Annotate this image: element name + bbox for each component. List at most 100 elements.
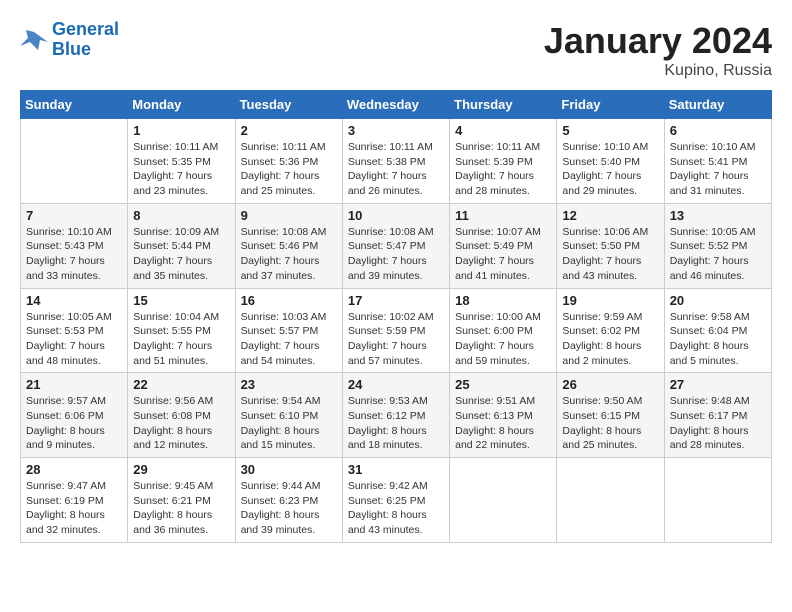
calendar-week-3: 14 Sunrise: 10:05 AMSunset: 5:53 PMDaylig… (21, 288, 772, 373)
day-number: 28 (26, 462, 122, 477)
calendar-cell: 21Sunrise: 9:57 AMSunset: 6:06 PMDayligh… (21, 373, 128, 458)
day-info: Sunrise: 10:03 AMSunset: 5:57 PMDaylight… (241, 310, 337, 369)
day-number: 2 (241, 123, 337, 138)
day-info: Sunrise: 9:50 AMSunset: 6:15 PMDaylight:… (562, 394, 658, 453)
day-number: 19 (562, 293, 658, 308)
day-number: 8 (133, 208, 229, 223)
day-info: Sunrise: 10:04 AMSunset: 5:55 PMDaylight… (133, 310, 229, 369)
calendar-cell: 17Sunrise: 10:02 AMSunset: 5:59 PMDaylig… (342, 288, 449, 373)
calendar-week-5: 28Sunrise: 9:47 AMSunset: 6:19 PMDayligh… (21, 458, 772, 543)
calendar-cell: 4 Sunrise: 10:11 AMSunset: 5:39 PMDayligh… (450, 119, 557, 204)
day-info: Sunrise: 9:57 AMSunset: 6:06 PMDaylight:… (26, 394, 122, 453)
day-info: Sunrise: 9:45 AMSunset: 6:21 PMDaylight:… (133, 479, 229, 538)
calendar-cell: 16 Sunrise: 10:03 AMSunset: 5:57 PMDaylig… (235, 288, 342, 373)
calendar-cell: 25 Sunrise: 9:51 AMSunset: 6:13 PMDayligh… (450, 373, 557, 458)
calendar-cell: 3Sunrise: 10:11 AMSunset: 5:38 PMDayligh… (342, 119, 449, 204)
day-info: Sunrise: 9:59 AMSunset: 6:02 PMDaylight:… (562, 310, 658, 369)
calendar-cell (557, 458, 664, 543)
day-number: 10 (348, 208, 444, 223)
title-block: January 2024 Kupino, Russia (544, 20, 772, 80)
calendar-cell (664, 458, 771, 543)
day-number: 20 (670, 293, 766, 308)
day-number: 26 (562, 377, 658, 392)
day-number: 3 (348, 123, 444, 138)
calendar-cell: 29Sunrise: 9:45 AMSunset: 6:21 PMDayligh… (128, 458, 235, 543)
calendar-cell: 30 Sunrise: 9:44 AMSunset: 6:23 PMDayligh… (235, 458, 342, 543)
calendar-cell: 14 Sunrise: 10:05 AMSunset: 5:53 PMDaylig… (21, 288, 128, 373)
day-number: 31 (348, 462, 444, 477)
calendar-cell: 12 Sunrise: 10:06 AMSunset: 5:50 PMDaylig… (557, 203, 664, 288)
calendar-cell: 8Sunrise: 10:09 AMSunset: 5:44 PMDayligh… (128, 203, 235, 288)
day-info: Sunrise: 10:10 AMSunset: 5:41 PMDaylight… (670, 140, 766, 199)
day-info: Sunrise: 10:05 AMSunset: 5:52 PMDaylight… (670, 225, 766, 284)
day-info: Sunrise: 10:05 AMSunset: 5:53 PMDaylight… (26, 310, 122, 369)
calendar-cell: 31 Sunrise: 9:42 AMSunset: 6:25 PMDayligh… (342, 458, 449, 543)
day-info: Sunrise: 9:42 AMSunset: 6:25 PMDaylight:… (348, 479, 444, 538)
day-info: Sunrise: 9:56 AMSunset: 6:08 PMDaylight:… (133, 394, 229, 453)
day-info: Sunrise: 9:58 AMSunset: 6:04 PMDaylight:… (670, 310, 766, 369)
day-number: 1 (133, 123, 229, 138)
day-info: Sunrise: 10:00 AMSunset: 6:00 PMDaylight… (455, 310, 551, 369)
day-info: Sunrise: 10:06 AMSunset: 5:50 PMDaylight… (562, 225, 658, 284)
day-number: 25 (455, 377, 551, 392)
calendar-cell: 18Sunrise: 10:00 AMSunset: 6:00 PMDaylig… (450, 288, 557, 373)
day-number: 15 (133, 293, 229, 308)
calendar-cell: 15 Sunrise: 10:04 AMSunset: 5:55 PMDaylig… (128, 288, 235, 373)
day-number: 23 (241, 377, 337, 392)
logo-icon (20, 28, 48, 52)
day-info: Sunrise: 10:08 AMSunset: 5:46 PMDaylight… (241, 225, 337, 284)
day-info: Sunrise: 10:11 AMSunset: 5:36 PMDaylight… (241, 140, 337, 199)
day-info: Sunrise: 10:10 AMSunset: 5:43 PMDaylight… (26, 225, 122, 284)
calendar-cell: 6 Sunrise: 10:10 AMSunset: 5:41 PMDayligh… (664, 119, 771, 204)
calendar-cell: 2 Sunrise: 10:11 AMSunset: 5:36 PMDayligh… (235, 119, 342, 204)
day-number: 13 (670, 208, 766, 223)
day-number: 24 (348, 377, 444, 392)
calendar-week-4: 21Sunrise: 9:57 AMSunset: 6:06 PMDayligh… (21, 373, 772, 458)
day-number: 30 (241, 462, 337, 477)
day-info: Sunrise: 9:44 AMSunset: 6:23 PMDaylight:… (241, 479, 337, 538)
calendar-header-row: SundayMondayTuesdayWednesdayThursdayFrid… (21, 91, 772, 119)
day-info: Sunrise: 10:11 AMSunset: 5:39 PMDaylight… (455, 140, 551, 199)
calendar-cell: 27Sunrise: 9:48 AMSunset: 6:17 PMDayligh… (664, 373, 771, 458)
column-header-sunday: Sunday (21, 91, 128, 119)
calendar-cell: 10Sunrise: 10:08 AMSunset: 5:47 PMDaylig… (342, 203, 449, 288)
calendar-cell: 7 Sunrise: 10:10 AMSunset: 5:43 PMDayligh… (21, 203, 128, 288)
column-header-saturday: Saturday (664, 91, 771, 119)
column-header-friday: Friday (557, 91, 664, 119)
column-header-tuesday: Tuesday (235, 91, 342, 119)
day-number: 11 (455, 208, 551, 223)
logo-text: General Blue (52, 20, 119, 60)
calendar-cell: 28Sunrise: 9:47 AMSunset: 6:19 PMDayligh… (21, 458, 128, 543)
calendar-cell (450, 458, 557, 543)
calendar-cell: 24 Sunrise: 9:53 AMSunset: 6:12 PMDayligh… (342, 373, 449, 458)
day-number: 27 (670, 377, 766, 392)
day-info: Sunrise: 10:10 AMSunset: 5:40 PMDaylight… (562, 140, 658, 199)
day-number: 22 (133, 377, 229, 392)
day-number: 6 (670, 123, 766, 138)
column-header-thursday: Thursday (450, 91, 557, 119)
day-info: Sunrise: 10:11 AMSunset: 5:35 PMDaylight… (133, 140, 229, 199)
calendar-cell (21, 119, 128, 204)
day-number: 16 (241, 293, 337, 308)
calendar-cell: 20 Sunrise: 9:58 AMSunset: 6:04 PMDayligh… (664, 288, 771, 373)
month-title: January 2024 (544, 20, 772, 62)
calendar-cell: 1 Sunrise: 10:11 AMSunset: 5:35 PMDayligh… (128, 119, 235, 204)
calendar-cell: 13 Sunrise: 10:05 AMSunset: 5:52 PMDaylig… (664, 203, 771, 288)
logo: General Blue (20, 20, 119, 60)
day-number: 9 (241, 208, 337, 223)
calendar-cell: 11Sunrise: 10:07 AMSunset: 5:49 PMDaylig… (450, 203, 557, 288)
calendar-week-2: 7 Sunrise: 10:10 AMSunset: 5:43 PMDayligh… (21, 203, 772, 288)
day-info: Sunrise: 9:54 AMSunset: 6:10 PMDaylight:… (241, 394, 337, 453)
day-number: 12 (562, 208, 658, 223)
day-info: Sunrise: 9:51 AMSunset: 6:13 PMDaylight:… (455, 394, 551, 453)
day-number: 7 (26, 208, 122, 223)
day-info: Sunrise: 10:02 AMSunset: 5:59 PMDaylight… (348, 310, 444, 369)
day-number: 14 (26, 293, 122, 308)
day-info: Sunrise: 9:53 AMSunset: 6:12 PMDaylight:… (348, 394, 444, 453)
day-number: 4 (455, 123, 551, 138)
column-header-monday: Monday (128, 91, 235, 119)
calendar-table: SundayMondayTuesdayWednesdayThursdayFrid… (20, 90, 772, 543)
calendar-week-1: 1 Sunrise: 10:11 AMSunset: 5:35 PMDayligh… (21, 119, 772, 204)
page-header: General Blue January 2024 Kupino, Russia (20, 20, 772, 80)
calendar-cell: 19 Sunrise: 9:59 AMSunset: 6:02 PMDayligh… (557, 288, 664, 373)
